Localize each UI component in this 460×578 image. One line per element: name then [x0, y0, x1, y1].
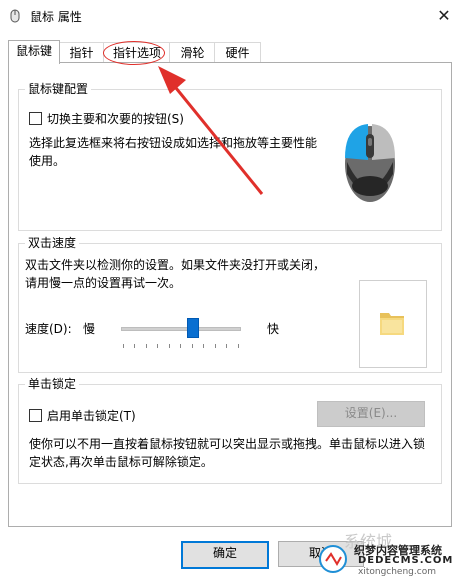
annotation-arrow-icon: [158, 66, 264, 195]
site-watermark: 系统城 织梦内容管理系统 DEDECMS.COM xitongcheng.com: [318, 528, 460, 578]
watermark-line2: DEDECMS.COM: [358, 555, 454, 566]
watermark-line3: xitongcheng.com: [358, 567, 436, 577]
tab-buttons[interactable]: 鼠标键: [8, 40, 60, 64]
